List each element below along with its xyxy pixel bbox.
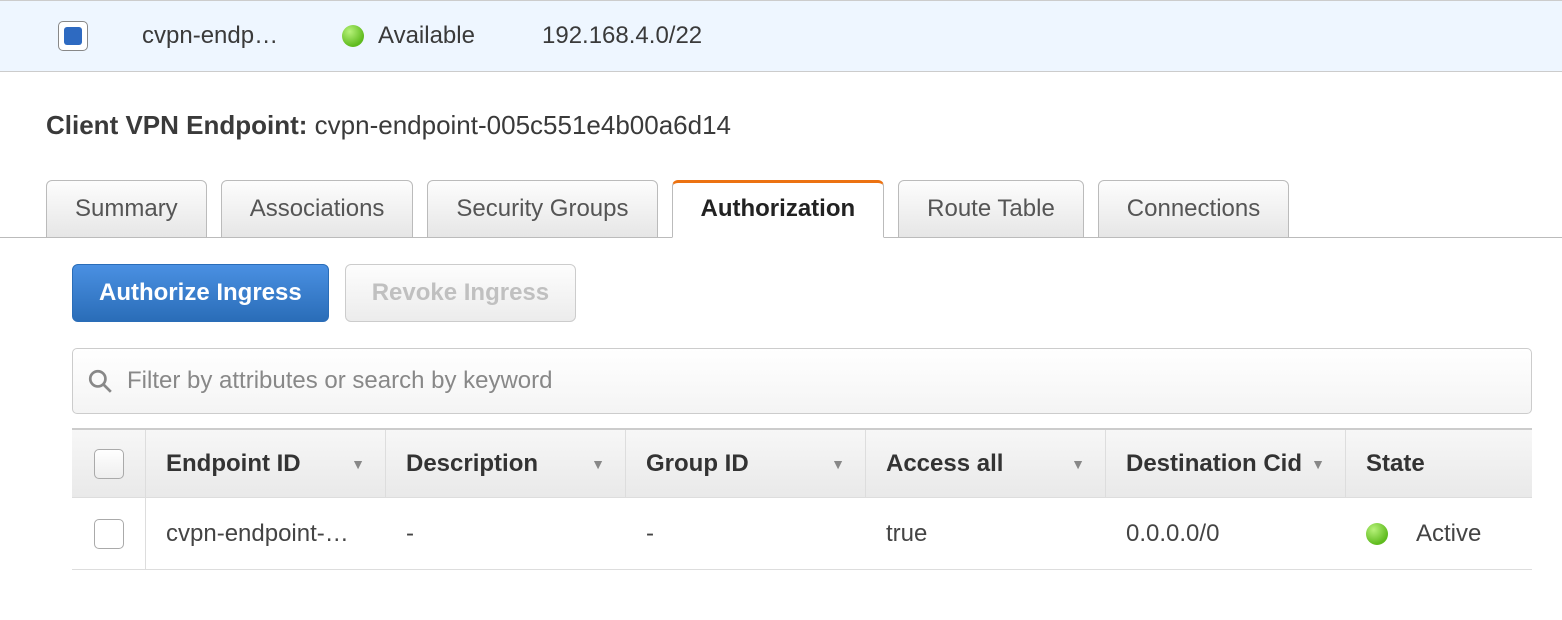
endpoint-status-text: Available [378,22,475,50]
tab-associations[interactable]: Associations [221,180,414,238]
cell-description: - [386,520,414,548]
sort-caret-icon: ▼ [831,456,845,472]
filter-bar[interactable] [72,348,1532,414]
header-destination-cidr[interactable]: Destination Cid ▼ [1106,430,1346,497]
select-all-checkbox[interactable] [94,449,124,479]
cell-group-id: - [626,520,654,548]
status-dot-icon [342,25,364,47]
page-title-label: Client VPN Endpoint: [46,110,307,140]
cell-endpoint-id: cvpn-endpoint-… [146,520,349,548]
sort-caret-icon: ▼ [1071,456,1085,472]
tab-summary[interactable]: Summary [46,180,207,238]
tab-authorization[interactable]: Authorization [672,180,885,238]
endpoint-list-row[interactable]: cvpn-endp… Available 192.168.4.0/22 [0,0,1562,72]
tab-connections[interactable]: Connections [1098,180,1289,238]
header-description[interactable]: Description ▼ [386,430,626,497]
action-bar: Authorize Ingress Revoke Ingress [0,238,1562,322]
sort-caret-icon: ▼ [351,456,365,472]
tab-security-groups[interactable]: Security Groups [427,180,657,238]
endpoint-row-checkbox[interactable] [58,21,88,51]
status-dot-icon [1366,523,1388,545]
cell-destination-cidr: 0.0.0.0/0 [1106,520,1219,548]
endpoint-name: cvpn-endp… [142,22,342,50]
table-row[interactable]: cvpn-endpoint-… - - true 0.0.0.0/0 Activ… [72,498,1532,570]
sort-caret-icon: ▼ [591,456,605,472]
page-title: Client VPN Endpoint: cvpn-endpoint-005c5… [0,72,1562,141]
cell-state: Active [1416,520,1481,548]
filter-input[interactable] [127,367,1517,395]
page-title-value: cvpn-endpoint-005c551e4b00a6d14 [315,110,731,140]
header-endpoint-id[interactable]: Endpoint ID ▼ [146,430,386,497]
cell-access-all: true [866,520,927,548]
revoke-ingress-button: Revoke Ingress [345,264,576,322]
tab-route-table[interactable]: Route Table [898,180,1084,238]
authorization-table: Endpoint ID ▼ Description ▼ Group ID ▼ A… [72,428,1532,570]
table-header-row: Endpoint ID ▼ Description ▼ Group ID ▼ A… [72,430,1532,498]
header-access-all[interactable]: Access all ▼ [866,430,1106,497]
authorize-ingress-button[interactable]: Authorize Ingress [72,264,329,322]
row-checkbox[interactable] [94,519,124,549]
header-state[interactable]: State [1346,430,1532,497]
endpoint-cidr: 192.168.4.0/22 [542,22,702,50]
endpoint-status: Available [342,22,542,50]
sort-caret-icon: ▼ [1311,456,1325,472]
search-icon [87,368,113,394]
header-group-id[interactable]: Group ID ▼ [626,430,866,497]
tabs: Summary Associations Security Groups Aut… [0,179,1562,238]
